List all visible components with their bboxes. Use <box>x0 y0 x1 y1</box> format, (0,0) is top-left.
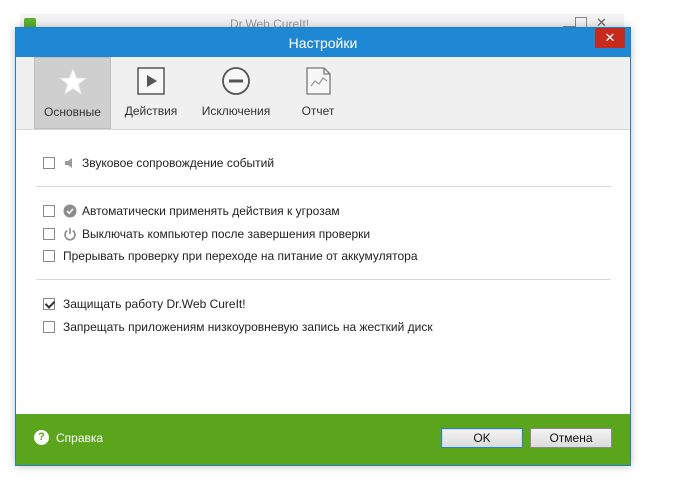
option-auto-apply: Автоматически применять действия к угроз… <box>43 203 340 219</box>
separator <box>36 186 611 187</box>
protect-label: Защищать работу Dr.Web CureIt! <box>63 297 246 311</box>
play-icon <box>136 66 166 96</box>
auto-apply-checkbox[interactable] <box>43 205 55 217</box>
shutdown-checkbox[interactable] <box>43 228 55 240</box>
sound-label: Звуковое сопровождение событий <box>82 156 275 170</box>
auto-apply-label: Автоматически применять действия к угроз… <box>82 204 340 218</box>
tab-main[interactable]: Основные <box>34 57 111 129</box>
help-icon: ? <box>34 430 49 445</box>
background-minimize-button[interactable] <box>563 17 575 27</box>
option-sound: Звуковое сопровождение событий <box>43 155 274 171</box>
minus-circle-icon <box>221 66 251 96</box>
separator <box>36 279 611 280</box>
star-icon <box>58 67 88 97</box>
tab-exclusions[interactable]: Исключения <box>194 57 278 129</box>
sound-checkbox[interactable] <box>43 157 55 169</box>
option-battery: Прерывать проверку при переходе на питан… <box>43 248 418 264</box>
tab-report-label: Отчет <box>301 104 335 118</box>
dialog-close-button[interactable] <box>595 28 625 48</box>
help-label: Справка <box>56 430 104 445</box>
tab-report[interactable]: Отчет <box>286 57 350 129</box>
tab-main-label: Основные <box>44 105 101 119</box>
option-lowlevel: Запрещать приложениям низкоуровневую зап… <box>43 319 433 335</box>
dialog-title: Настройки <box>288 35 358 51</box>
help-link[interactable]: ? Справка <box>34 430 103 445</box>
tab-actions-label: Действия <box>124 104 178 118</box>
report-icon <box>303 66 333 96</box>
dialog-footer: ? Справка OK Отмена <box>16 414 630 465</box>
speaker-icon <box>63 156 77 170</box>
protect-checkbox[interactable] <box>43 298 55 310</box>
lowlevel-checkbox[interactable] <box>43 321 55 333</box>
power-icon <box>63 227 77 241</box>
lowlevel-label: Запрещать приложениям низкоуровневую зап… <box>63 320 433 334</box>
settings-dialog: Настройки Основные Действия Исключения <box>15 27 631 466</box>
tab-actions[interactable]: Действия <box>116 57 186 129</box>
tab-exclusions-label: Исключения <box>201 104 271 118</box>
check-circle-icon <box>63 204 77 218</box>
battery-checkbox[interactable] <box>43 250 55 262</box>
battery-label: Прерывать проверку при переходе на питан… <box>63 249 418 263</box>
cancel-button[interactable]: Отмена <box>530 428 612 448</box>
settings-tabs: Основные Действия Исключения Отчет <box>16 57 630 130</box>
option-protect: Защищать работу Dr.Web CureIt! <box>43 296 246 312</box>
ok-button[interactable]: OK <box>441 428 523 448</box>
option-shutdown: Выключать компьютер после завершения про… <box>43 226 370 242</box>
settings-content: Звуковое сопровождение событий Автоматич… <box>16 129 630 414</box>
shutdown-label: Выключать компьютер после завершения про… <box>82 227 371 241</box>
dialog-titlebar: Настройки <box>16 28 630 57</box>
